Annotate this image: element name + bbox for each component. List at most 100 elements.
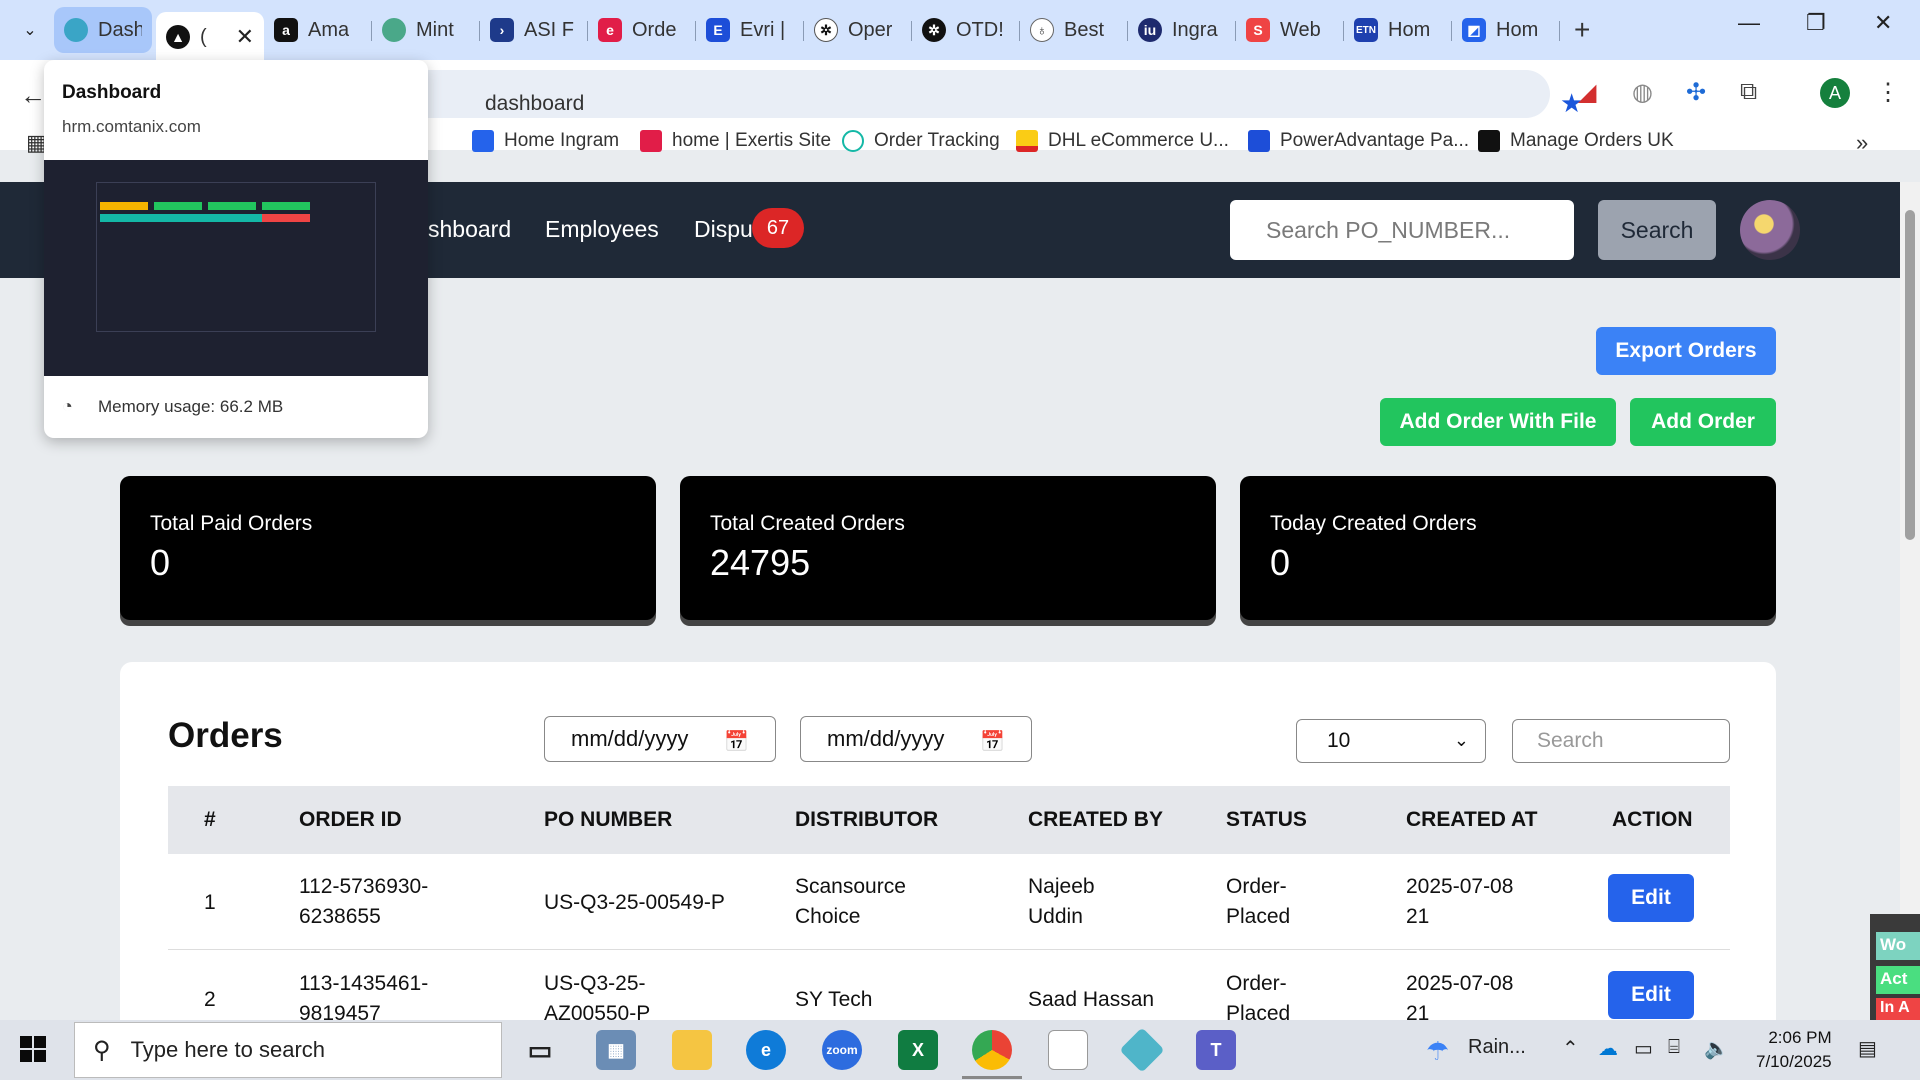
orders-panel: Orders mm/dd/yyyy 📅 mm/dd/yyyy 📅 10 ⌄ Searc…: [120, 662, 1776, 1042]
back-arrow-icon[interactable]: ←: [20, 80, 46, 111]
side-label: In A: [1876, 998, 1920, 1020]
weather-icon[interactable]: ☂: [1426, 1036, 1449, 1067]
kebab-menu-icon[interactable]: ⋮: [1876, 78, 1900, 107]
close-window-icon[interactable]: ✕: [1874, 10, 1892, 36]
power-bookmark-icon: [1248, 130, 1270, 152]
battery-icon[interactable]: ▭: [1634, 1036, 1653, 1061]
windows-start-icon[interactable]: [20, 1036, 46, 1062]
bookmark-label: home | Exertis Site: [672, 130, 832, 151]
tab-home[interactable]: ◩ Hom: [1452, 7, 1560, 53]
tab-ingram[interactable]: iu Ingra: [1128, 7, 1236, 53]
rows-per-page-select[interactable]: 10 ⌄: [1296, 719, 1486, 763]
po-number-search-input[interactable]: [1230, 200, 1574, 260]
cell-num: 1: [204, 891, 216, 914]
page-scrollbar[interactable]: [1900, 182, 1920, 1020]
nav-employees[interactable]: Employees: [545, 216, 659, 243]
stat-card-paid: Total Paid Orders 0: [120, 476, 656, 620]
bookmark-exertis[interactable]: home | Exertis Site: [640, 130, 831, 152]
notepad-icon[interactable]: [1048, 1030, 1088, 1070]
tab-web[interactable]: S Web: [1236, 7, 1344, 53]
volume-icon[interactable]: 🔈: [1704, 1036, 1729, 1061]
cell-num: 2: [204, 988, 216, 1011]
new-tab-button[interactable]: +: [1574, 14, 1590, 46]
add-order-with-file-button[interactable]: Add Order With File: [1380, 398, 1616, 446]
calendar-icon[interactable]: 📅: [724, 729, 749, 754]
tab-amazon[interactable]: a Ama: [264, 7, 372, 53]
cell-distributor: Choice: [795, 905, 861, 928]
extension-icon[interactable]: ✣: [1686, 78, 1706, 107]
scrollbar-thumb[interactable]: [1905, 210, 1915, 540]
bookmark-home-ingram[interactable]: Home Ingram: [472, 130, 619, 152]
chrome-running-indicator: [962, 1076, 1022, 1079]
onedrive-icon[interactable]: ☁: [1598, 1036, 1618, 1061]
puzzle-extensions-icon[interactable]: ⧉: [1740, 78, 1757, 106]
nav-dashboard[interactable]: shboard: [428, 216, 511, 243]
tab-etn-home[interactable]: ETN Hom: [1344, 7, 1452, 53]
teams-icon[interactable]: T: [1196, 1030, 1236, 1070]
search-icon: ⚲: [93, 1036, 111, 1064]
more-bookmarks-icon[interactable]: »: [1856, 130, 1868, 156]
minimize-icon[interactable]: —: [1738, 10, 1760, 36]
file-explorer-icon[interactable]: [672, 1030, 712, 1070]
app-diamond-icon[interactable]: [1119, 1027, 1165, 1073]
openai-icon: ✲: [922, 18, 946, 42]
tab-mint[interactable]: Mint: [372, 7, 480, 53]
tab-search-button[interactable]: ⌄: [10, 10, 50, 50]
bookmark-label: DHL eCommerce U...: [1048, 130, 1229, 151]
ingram-icon: iu: [1138, 18, 1162, 42]
bookmark-dhl[interactable]: DHL eCommerce U...: [1016, 130, 1229, 152]
edit-button[interactable]: Edit: [1608, 874, 1694, 922]
search-button[interactable]: Search: [1598, 200, 1716, 260]
chrome-icon[interactable]: [972, 1030, 1012, 1070]
calendar-icon[interactable]: 📅: [980, 729, 1005, 754]
edit-button[interactable]: Edit: [1608, 971, 1694, 1019]
tab-label: Ama: [308, 18, 350, 41]
side-label: Wo: [1876, 932, 1920, 960]
tab-openai[interactable]: ✲ Oper: [804, 7, 912, 53]
side-notification-strip: Wo Act In A: [1870, 914, 1920, 1020]
web-icon: S: [1246, 18, 1270, 42]
calculator-icon[interactable]: ▦: [596, 1030, 636, 1070]
tab-asi[interactable]: › ASI F: [480, 7, 588, 53]
add-order-button[interactable]: Add Order: [1630, 398, 1776, 446]
chevron-up-icon[interactable]: ⌃: [1562, 1036, 1579, 1061]
user-avatar[interactable]: [1740, 200, 1800, 260]
bookmark-manage-orders[interactable]: Manage Orders UK: [1478, 130, 1674, 152]
profile-avatar[interactable]: A: [1820, 78, 1850, 108]
bookmark-order-tracking[interactable]: Order Tracking: [842, 130, 1000, 152]
date-to-input[interactable]: mm/dd/yyyy 📅: [800, 716, 1032, 762]
tab-exertis-orders[interactable]: e Orde: [588, 7, 696, 53]
task-view-icon[interactable]: ▭: [520, 1030, 560, 1070]
preview-url: hrm.comtanix.com: [62, 117, 201, 136]
date-from-input[interactable]: mm/dd/yyyy 📅: [544, 716, 776, 762]
tab-dashboard-hovered[interactable]: Dash: [54, 7, 152, 53]
excel-icon[interactable]: X: [898, 1030, 938, 1070]
nav-disputes[interactable]: Dispu: [694, 216, 753, 243]
globe-extension-icon[interactable]: ◍: [1632, 78, 1653, 107]
orders-search-input[interactable]: Search: [1512, 719, 1730, 763]
preview-title: Dashboard: [62, 82, 162, 103]
notification-icon[interactable]: ▤: [1858, 1036, 1877, 1061]
zoom-icon[interactable]: zoom: [822, 1030, 862, 1070]
tab-evri[interactable]: E Evri |: [696, 7, 804, 53]
cell-po: US-Q3-25-00549-P: [544, 891, 725, 914]
column-header: ORDER ID: [299, 808, 402, 831]
edge-icon[interactable]: e: [746, 1030, 786, 1070]
taskbar-search-box[interactable]: ⚲ Type here to search: [74, 1022, 502, 1078]
tab-best[interactable]: ♁ Best: [1020, 7, 1128, 53]
clock[interactable]: 2:06 PM 7/10/2025: [1756, 1026, 1832, 1074]
tab-label: Ingra: [1172, 18, 1218, 41]
bookmark-poweradvantage[interactable]: PowerAdvantage Pa...: [1248, 130, 1469, 152]
export-orders-button[interactable]: Export Orders: [1596, 327, 1776, 375]
tab-active[interactable]: ▲ ( ✕: [156, 12, 264, 62]
restore-icon[interactable]: ❐: [1806, 10, 1826, 36]
cell-created-at: 21: [1406, 905, 1430, 928]
tab-label: Orde: [632, 18, 677, 41]
weather-text[interactable]: Rain...: [1468, 1036, 1526, 1059]
network-icon[interactable]: ⌸: [1668, 1036, 1680, 1059]
disputes-count-badge: 67: [752, 208, 804, 248]
pdf-extension-icon[interactable]: ◢: [1578, 78, 1596, 107]
tab-otd[interactable]: ✲ OTD!: [912, 7, 1020, 53]
tab-label: (: [200, 25, 207, 48]
close-tab-icon[interactable]: ✕: [236, 24, 254, 50]
